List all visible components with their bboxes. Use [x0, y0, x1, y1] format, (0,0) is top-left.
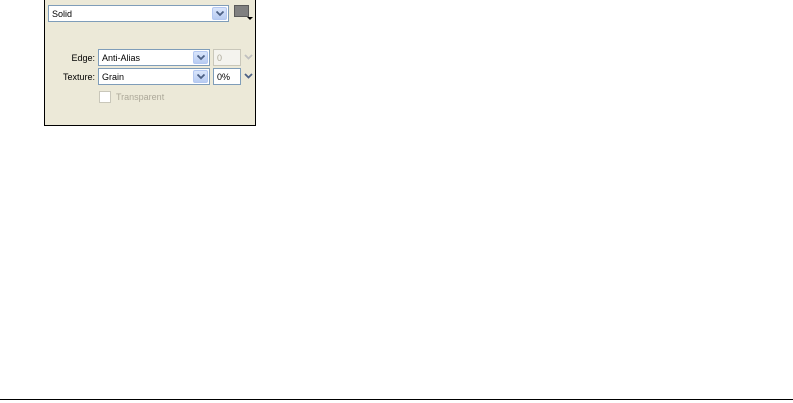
fill-color-swatch[interactable] [234, 5, 249, 17]
fill-color-well[interactable] [234, 5, 253, 21]
edge-dropdown[interactable]: Anti-Alias [98, 49, 210, 66]
edge-chevron-down-icon[interactable] [193, 51, 208, 64]
transparent-label: Transparent [116, 92, 165, 102]
edge-feather-value: 0 [217, 53, 223, 63]
edge-value: Anti-Alias [102, 53, 141, 63]
transparent-checkbox[interactable] [99, 91, 111, 103]
bottom-divider [0, 399, 793, 400]
texture-amount-input[interactable]: 0% [213, 68, 241, 85]
texture-value: Grain [102, 72, 125, 82]
fill-type-value: Solid [52, 9, 73, 19]
edge-label: Edge: [71, 53, 95, 63]
texture-label: Texture: [62, 72, 95, 82]
texture-dropdown[interactable]: Grain [98, 68, 210, 85]
fill-type-dropdown[interactable]: Solid [48, 5, 229, 22]
texture-amount-value: 0% [217, 72, 231, 82]
texture-amount-chevron-down-icon[interactable] [243, 71, 254, 82]
texture-chevron-down-icon[interactable] [193, 70, 208, 83]
fill-options-panel: Solid Edge: Anti-Alias 0 Texture: Grain … [44, 0, 256, 126]
edge-feather-input: 0 [213, 49, 241, 66]
edge-feather-chevron-down-icon [244, 54, 253, 60]
color-popup-arrow-icon [247, 17, 253, 20]
fill-type-chevron-down-icon[interactable] [212, 7, 227, 20]
